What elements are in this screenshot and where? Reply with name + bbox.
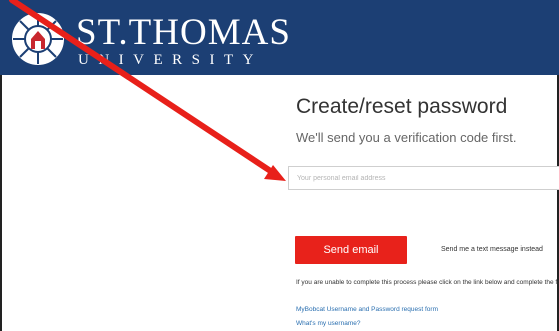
brand-wordmark: ST.THOMAS [76, 12, 291, 53]
university-seal-icon [10, 11, 66, 67]
annotation-arrow-head [264, 165, 286, 181]
send-email-button[interactable]: Send email [295, 236, 407, 264]
help-text: If you are unable to complete this proce… [296, 279, 559, 286]
frame-border-left [0, 75, 2, 331]
whats-my-username-link[interactable]: What's my username? [296, 320, 360, 327]
email-field[interactable] [288, 166, 559, 190]
brand-subname: UNIVERSITY [78, 52, 263, 68]
page-title: Create/reset password [296, 95, 508, 118]
page-subtitle: We'll send you a verification code first… [296, 130, 517, 145]
site-header: ST.THOMAS UNIVERSITY [0, 0, 559, 75]
request-form-link[interactable]: MyBobcat Username and Password request f… [296, 306, 438, 313]
send-text-message-link[interactable]: Send me a text message instead [441, 246, 543, 253]
